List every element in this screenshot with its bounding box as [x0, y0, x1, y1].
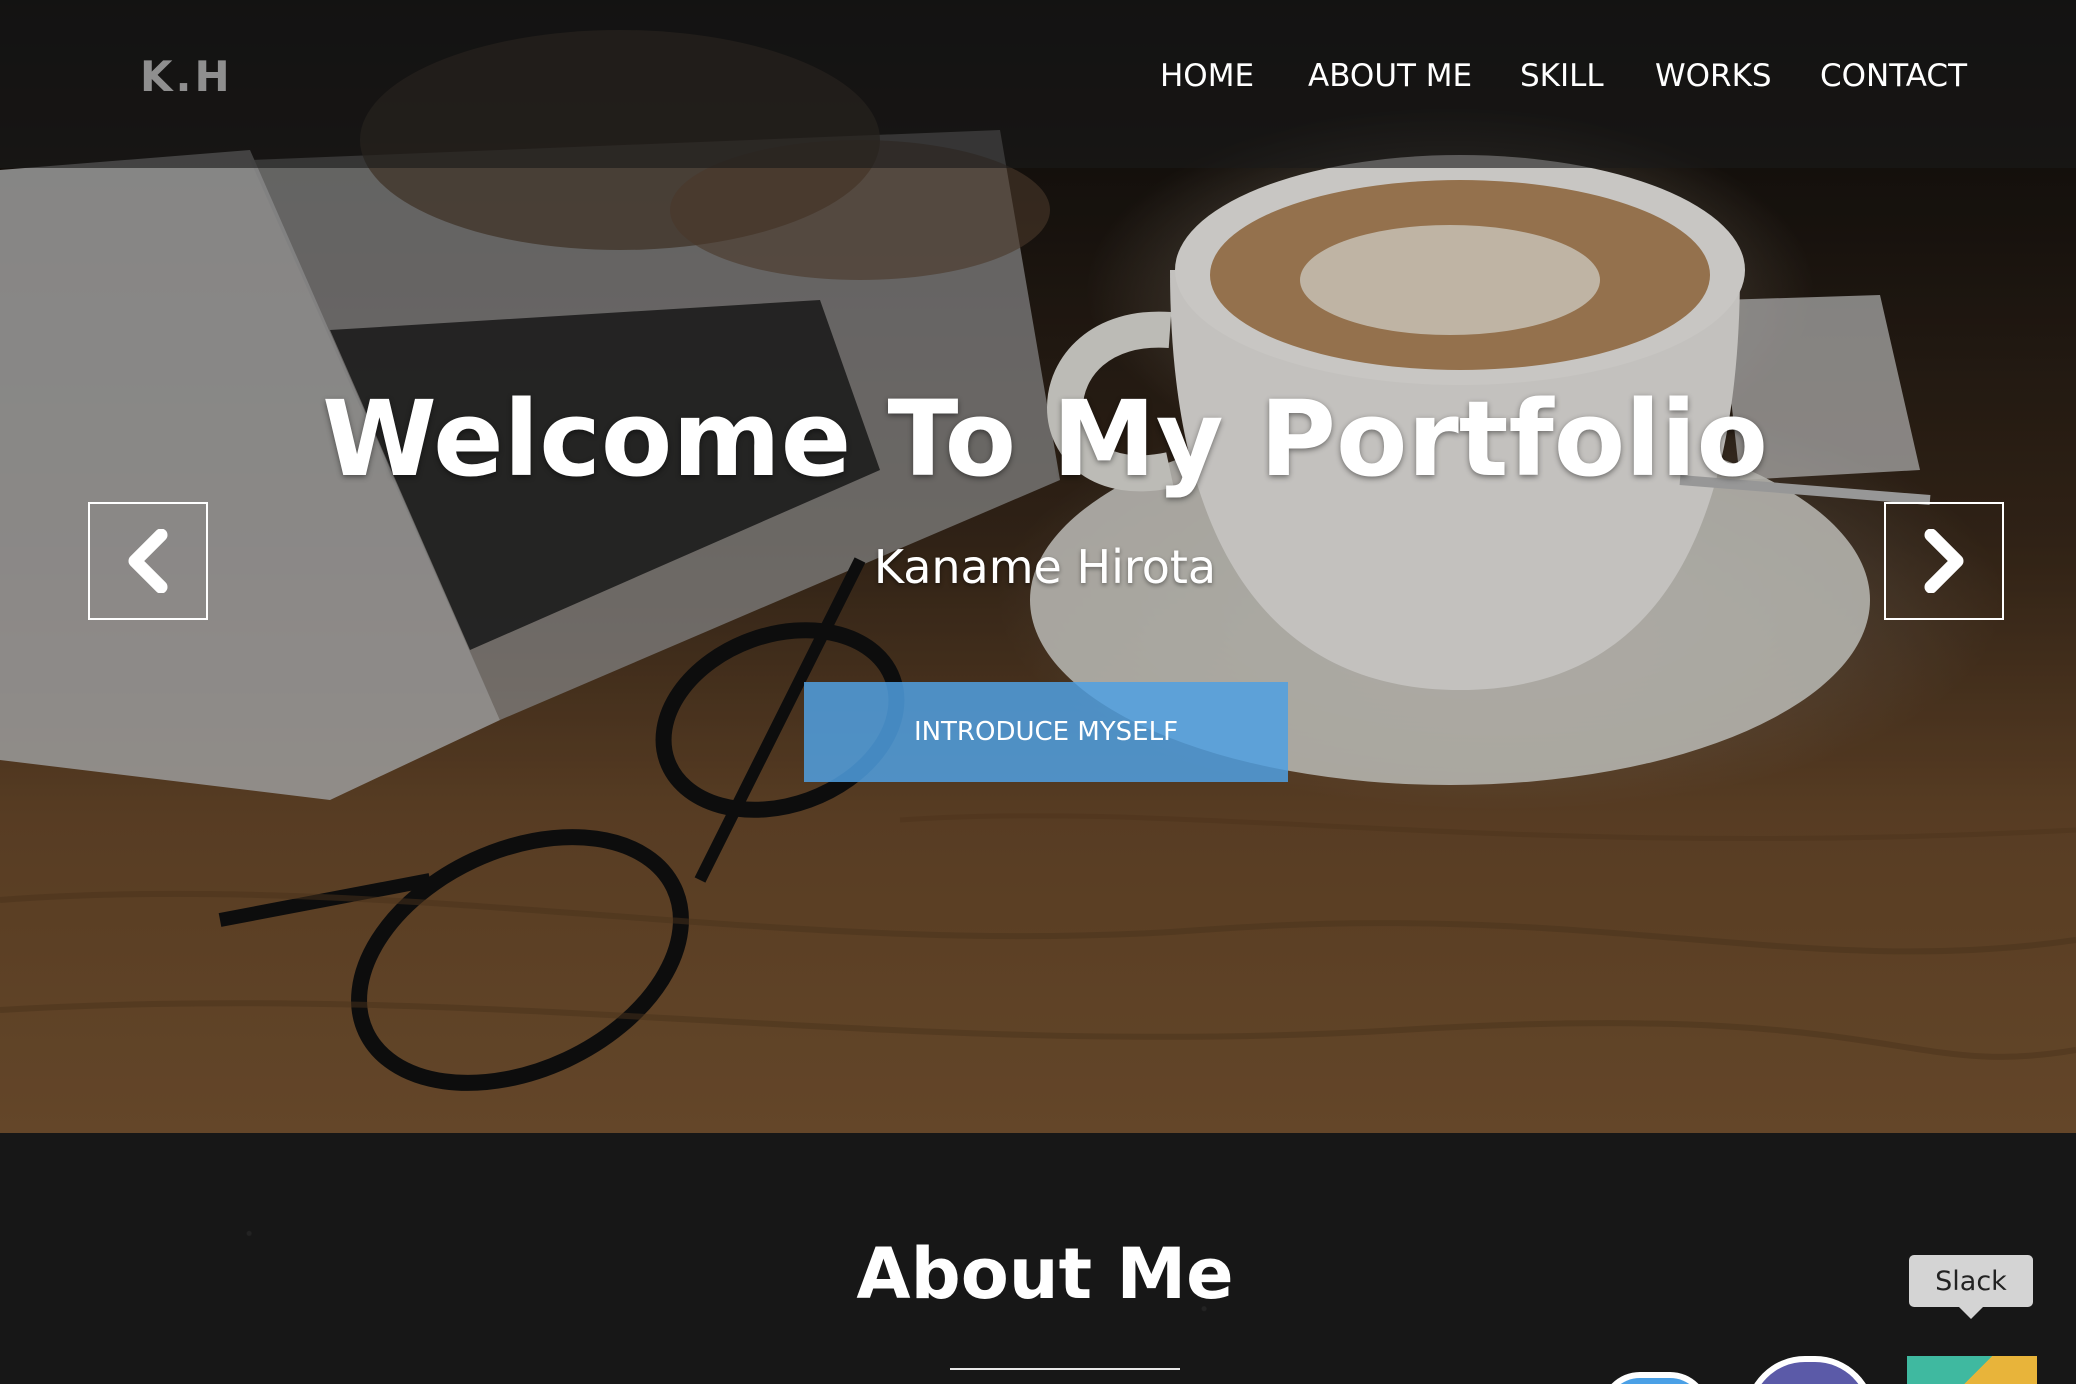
about-section: About Me	[0, 1133, 2076, 1384]
slack-tooltip: Slack	[1909, 1255, 2033, 1319]
nav-item-skill[interactable]: SKILL	[1520, 58, 1604, 94]
carousel-next-button[interactable]	[1884, 502, 2004, 620]
nav-item-contact[interactable]: CONTACT	[1820, 58, 1967, 94]
about-divider	[950, 1368, 1180, 1370]
nav-item-home[interactable]: HOME	[1160, 58, 1254, 94]
slack-icon[interactable]	[1907, 1356, 2037, 1384]
portfolio-page: K.H HOME ABOUT ME SKILL WORKS CONTACT We…	[0, 0, 2076, 1384]
about-title: About Me	[856, 1233, 1234, 1315]
chevron-right-icon	[1924, 529, 1964, 593]
carousel-prev-button[interactable]	[88, 502, 208, 620]
top-navigation-bar: K.H HOME ABOUT ME SKILL WORKS CONTACT	[0, 0, 2076, 168]
introduce-myself-button[interactable]: INTRODUCE MYSELF	[804, 682, 1288, 782]
main-nav: HOME ABOUT ME SKILL WORKS CONTACT	[0, 58, 2076, 102]
nav-item-about-me[interactable]: ABOUT ME	[1308, 58, 1472, 94]
hero-subtitle: Kaname Hirota	[873, 540, 1217, 594]
hero-carousel: K.H HOME ABOUT ME SKILL WORKS CONTACT We…	[0, 0, 2076, 1133]
chevron-left-icon	[128, 529, 168, 593]
hero-title: Welcome To My Portfolio	[322, 378, 1768, 500]
nav-item-works[interactable]: WORKS	[1655, 58, 1772, 94]
